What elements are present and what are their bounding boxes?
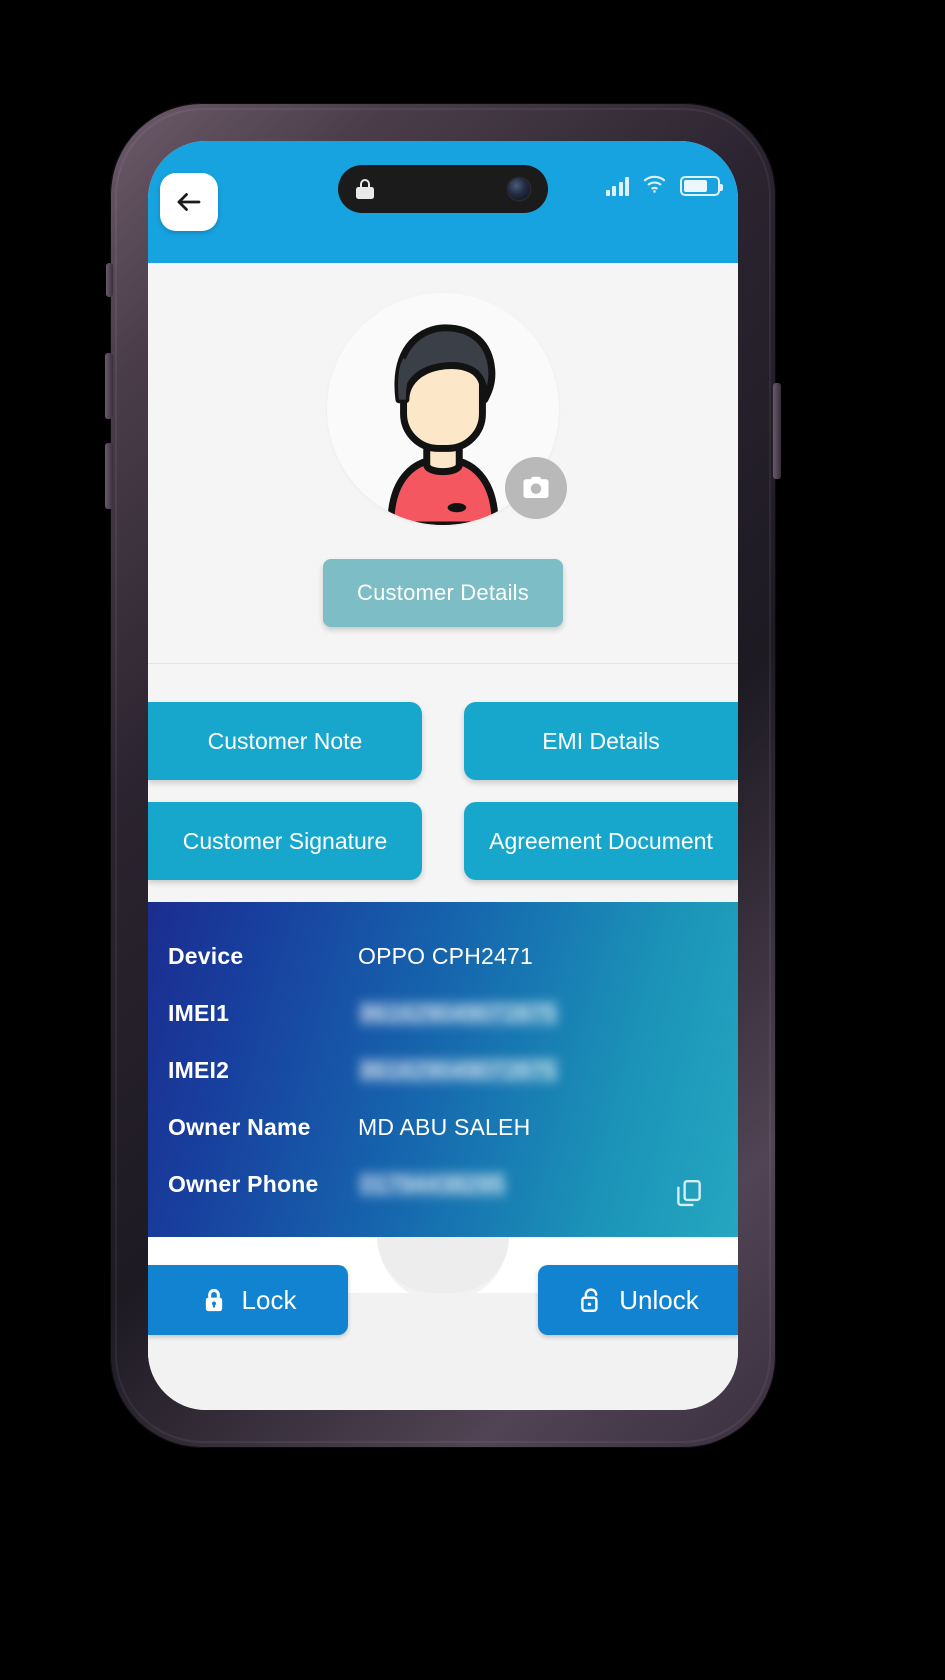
customer-note-button[interactable]: Customer Note: [148, 702, 422, 780]
wifi-icon: [642, 173, 667, 198]
lock-button[interactable]: Lock: [148, 1265, 348, 1335]
table-row: Device OPPO CPH2471: [148, 928, 738, 985]
table-row: Owner Name MD ABU SALEH: [148, 1099, 738, 1156]
profile-section: Customer Details: [148, 263, 738, 664]
phone-screen: Customer Details Customer Note EMI Detai…: [148, 141, 738, 1410]
table-row: Owner Phone 01794438295: [148, 1156, 738, 1213]
battery-icon: [680, 175, 723, 196]
back-button[interactable]: [160, 173, 218, 231]
customer-signature-button[interactable]: Customer Signature: [148, 802, 422, 880]
padlock-open-icon: [581, 1288, 598, 1312]
device-label: Device: [168, 943, 244, 969]
dynamic-island: [338, 165, 548, 213]
imei2-value: 861629049072875: [358, 1057, 559, 1084]
owner-name-value: MD ABU SALEH: [358, 1114, 531, 1140]
emi-details-button[interactable]: EMI Details: [464, 702, 738, 780]
table-row: IMEI2 861629049072875: [148, 1042, 738, 1099]
volume-down-button[interactable]: [105, 443, 113, 509]
owner-phone-value: 01794438295: [358, 1171, 507, 1198]
agreement-document-button[interactable]: Agreement Document: [464, 802, 738, 880]
lock-icon: [356, 179, 374, 199]
bottom-action-bar: Lock Unlock: [148, 1237, 738, 1410]
copy-button[interactable]: [674, 1177, 704, 1209]
device-value: OPPO CPH2471: [358, 943, 533, 969]
owner-name-label: Owner Name: [168, 1114, 311, 1140]
unlock-button-label: Unlock: [619, 1284, 699, 1315]
phone-mockup-frame: Customer Details Customer Note EMI Detai…: [105, 103, 781, 1448]
device-info-card: Device OPPO CPH2471 IMEI1 86162904907287…: [148, 902, 738, 1237]
power-button[interactable]: [773, 383, 781, 479]
unlock-button[interactable]: Unlock: [538, 1265, 738, 1335]
table-row: IMEI1 861629049072875: [148, 985, 738, 1042]
owner-phone-label: Owner Phone: [168, 1171, 319, 1197]
imei1-value: 861629049072875: [358, 1000, 559, 1027]
app-header: [148, 141, 738, 263]
screenshot-stage: Customer Details Customer Note EMI Detai…: [0, 0, 945, 1680]
cellular-signal-icon: [605, 176, 629, 196]
copy-icon: [677, 1179, 701, 1207]
avatar-wrapper: [327, 293, 567, 525]
imei1-label: IMEI1: [168, 1000, 230, 1026]
lock-button-label: Lock: [241, 1284, 297, 1315]
customer-details-button[interactable]: Customer Details: [323, 559, 563, 627]
silent-switch[interactable]: [106, 263, 113, 297]
volume-up-button[interactable]: [105, 353, 113, 419]
front-camera-icon: [508, 178, 530, 200]
arrow-left-icon: [177, 193, 201, 211]
status-icons: [605, 173, 723, 198]
padlock-closed-icon: [205, 1288, 222, 1312]
imei2-label: IMEI2: [168, 1057, 230, 1083]
camera-icon: [523, 476, 549, 498]
action-button-grid: Customer Note EMI Details Customer Signa…: [148, 664, 738, 902]
change-photo-button[interactable]: [505, 457, 567, 519]
